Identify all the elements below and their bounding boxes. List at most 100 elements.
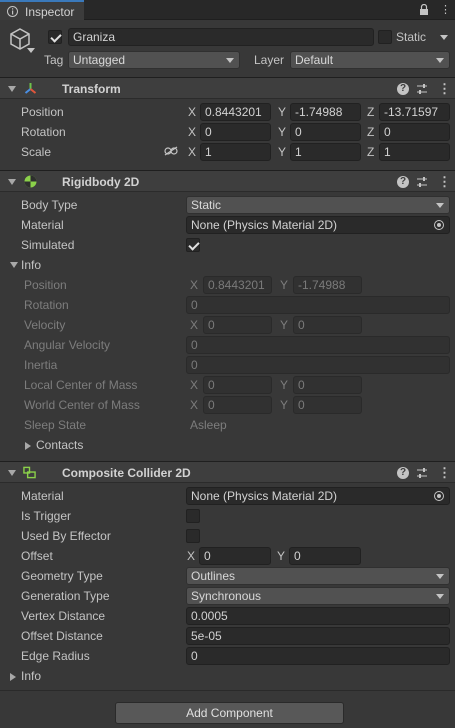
axis-y-label: Y <box>278 125 287 139</box>
contacts-label[interactable]: Contacts <box>36 438 83 452</box>
composite-collider2d-header[interactable]: Composite Collider 2D ? ⋮ <box>0 461 455 483</box>
vertex-distance-label: Vertex Distance <box>21 609 106 623</box>
layer-dropdown[interactable]: Default <box>290 51 450 69</box>
info-velocity-label: Velocity <box>24 318 66 332</box>
generation-type-dropdown[interactable]: Synchronous <box>186 587 450 605</box>
scale-x-field[interactable]: 1 <box>200 143 271 161</box>
info-position-x-field: 0.8443201 <box>203 276 272 294</box>
body-type-value: Static <box>191 198 222 212</box>
cc-material-label: Material <box>21 489 64 503</box>
static-label: Static <box>396 30 427 44</box>
presets-sliders-icon[interactable] <box>416 467 428 479</box>
object-picker-icon[interactable] <box>434 491 444 501</box>
lock-icon[interactable] <box>419 4 429 16</box>
simulated-checkbox[interactable] <box>186 238 200 252</box>
offset-x-field[interactable]: 0 <box>199 547 271 565</box>
edge-radius-field[interactable]: 0 <box>186 647 450 665</box>
geometry-type-dropdown[interactable]: Outlines <box>186 567 450 585</box>
tag-dropdown[interactable]: Untagged <box>68 51 240 69</box>
axis-y-label: Y <box>280 398 289 412</box>
info-angular-velocity-field: 0 <box>186 336 450 354</box>
info-local-com-y-field: 0 <box>293 376 362 394</box>
axis-y-label: Y <box>280 378 289 392</box>
offset-distance-field[interactable]: 5e-05 <box>186 627 450 645</box>
info-rotation-label: Rotation <box>24 298 69 312</box>
material-object-field[interactable]: None (Physics Material 2D) <box>186 216 450 234</box>
generation-type-value: Synchronous <box>191 589 262 603</box>
position-y-field[interactable]: -1.74988 <box>290 103 361 121</box>
help-icon[interactable]: ? <box>397 83 409 95</box>
scale-y-field[interactable]: 1 <box>290 143 361 161</box>
fold-arrow-icon[interactable] <box>8 470 16 476</box>
component-menu-icon[interactable]: ⋮ <box>438 174 451 190</box>
info-label[interactable]: Info <box>21 258 41 272</box>
axis-x-label: X <box>187 549 196 563</box>
rotation-z-field[interactable]: 0 <box>379 123 450 141</box>
rotation-x-field[interactable]: 0 <box>200 123 271 141</box>
axis-y-label: Y <box>280 318 289 332</box>
help-icon[interactable]: ? <box>397 467 409 479</box>
offset-y-field[interactable]: 0 <box>289 547 361 565</box>
transform-axes-icon <box>24 83 37 94</box>
tab-bar: Inspector ⋮ <box>0 0 455 20</box>
chevron-down-icon <box>436 58 444 63</box>
body-type-dropdown[interactable]: Static <box>186 196 450 214</box>
info-icon <box>7 6 18 17</box>
info-local-com-label: Local Center of Mass <box>24 378 138 392</box>
transform-header[interactable]: Transform ? ⋮ <box>0 77 455 99</box>
info-position-label: Position <box>24 278 67 292</box>
info-angular-velocity-label: Angular Velocity <box>24 338 111 352</box>
divider <box>0 690 455 691</box>
static-checkbox[interactable] <box>378 30 392 44</box>
chevron-down-icon <box>436 594 444 599</box>
tab-inspector[interactable]: Inspector <box>0 0 84 20</box>
chevron-down-icon <box>436 203 444 208</box>
active-checkbox[interactable] <box>48 30 62 44</box>
position-x-field[interactable]: 0.8443201 <box>200 103 271 121</box>
info-sleep-state-label: Sleep State <box>24 418 87 432</box>
object-picker-icon[interactable] <box>434 220 444 230</box>
position-label: Position <box>21 105 64 119</box>
cc-info-fold-arrow-icon[interactable] <box>10 673 16 681</box>
body-type-label: Body Type <box>21 198 78 212</box>
axis-x-label: X <box>188 105 197 119</box>
cc-material-object-field[interactable]: None (Physics Material 2D) <box>186 487 450 505</box>
help-icon[interactable]: ? <box>397 176 409 188</box>
used-by-effector-label: Used By Effector <box>21 529 111 543</box>
vertex-distance-field[interactable]: 0.0005 <box>186 607 450 625</box>
info-rotation-field: 0 <box>186 296 450 314</box>
used-by-effector-checkbox[interactable] <box>186 529 200 543</box>
offset-distance-label: Offset Distance <box>21 629 103 643</box>
info-fold-arrow-icon[interactable] <box>10 262 18 268</box>
tab-menu-icon[interactable]: ⋮ <box>440 3 451 16</box>
chevron-down-icon <box>436 574 444 579</box>
position-z-field[interactable]: -13.71597 <box>379 103 450 121</box>
icon-dropdown-arrow[interactable] <box>27 48 35 53</box>
composite-collider2d-title: Composite Collider 2D <box>62 466 191 480</box>
info-world-com-label: World Center of Mass <box>24 398 140 412</box>
info-world-com-x-field: 0 <box>203 396 272 414</box>
static-dropdown-arrow[interactable] <box>440 35 448 40</box>
fold-arrow-icon[interactable] <box>8 86 16 92</box>
constrain-proportions-link-icon[interactable] <box>164 146 178 156</box>
presets-sliders-icon[interactable] <box>416 83 428 95</box>
rotation-y-field[interactable]: 0 <box>290 123 361 141</box>
cc-info-label[interactable]: Info <box>21 669 41 683</box>
info-world-com-y-field: 0 <box>293 396 362 414</box>
axis-z-label: Z <box>367 145 375 159</box>
presets-sliders-icon[interactable] <box>416 176 428 188</box>
component-menu-icon[interactable]: ⋮ <box>438 465 451 481</box>
geometry-type-value: Outlines <box>191 569 236 583</box>
tag-label: Tag <box>44 53 64 67</box>
axis-x-label: X <box>190 378 199 392</box>
add-component-button[interactable]: Add Component <box>115 702 344 724</box>
info-inertia-label: Inertia <box>24 358 58 372</box>
fold-arrow-icon[interactable] <box>8 179 16 185</box>
scale-z-field[interactable]: 1 <box>379 143 450 161</box>
component-menu-icon[interactable]: ⋮ <box>438 81 451 97</box>
contacts-fold-arrow-icon[interactable] <box>25 442 31 450</box>
is-trigger-checkbox[interactable] <box>186 509 200 523</box>
rigidbody2d-icon <box>24 175 37 188</box>
object-name-field[interactable]: Graniza <box>68 28 374 46</box>
rigidbody2d-header[interactable]: Rigidbody 2D ? ⋮ <box>0 170 455 192</box>
